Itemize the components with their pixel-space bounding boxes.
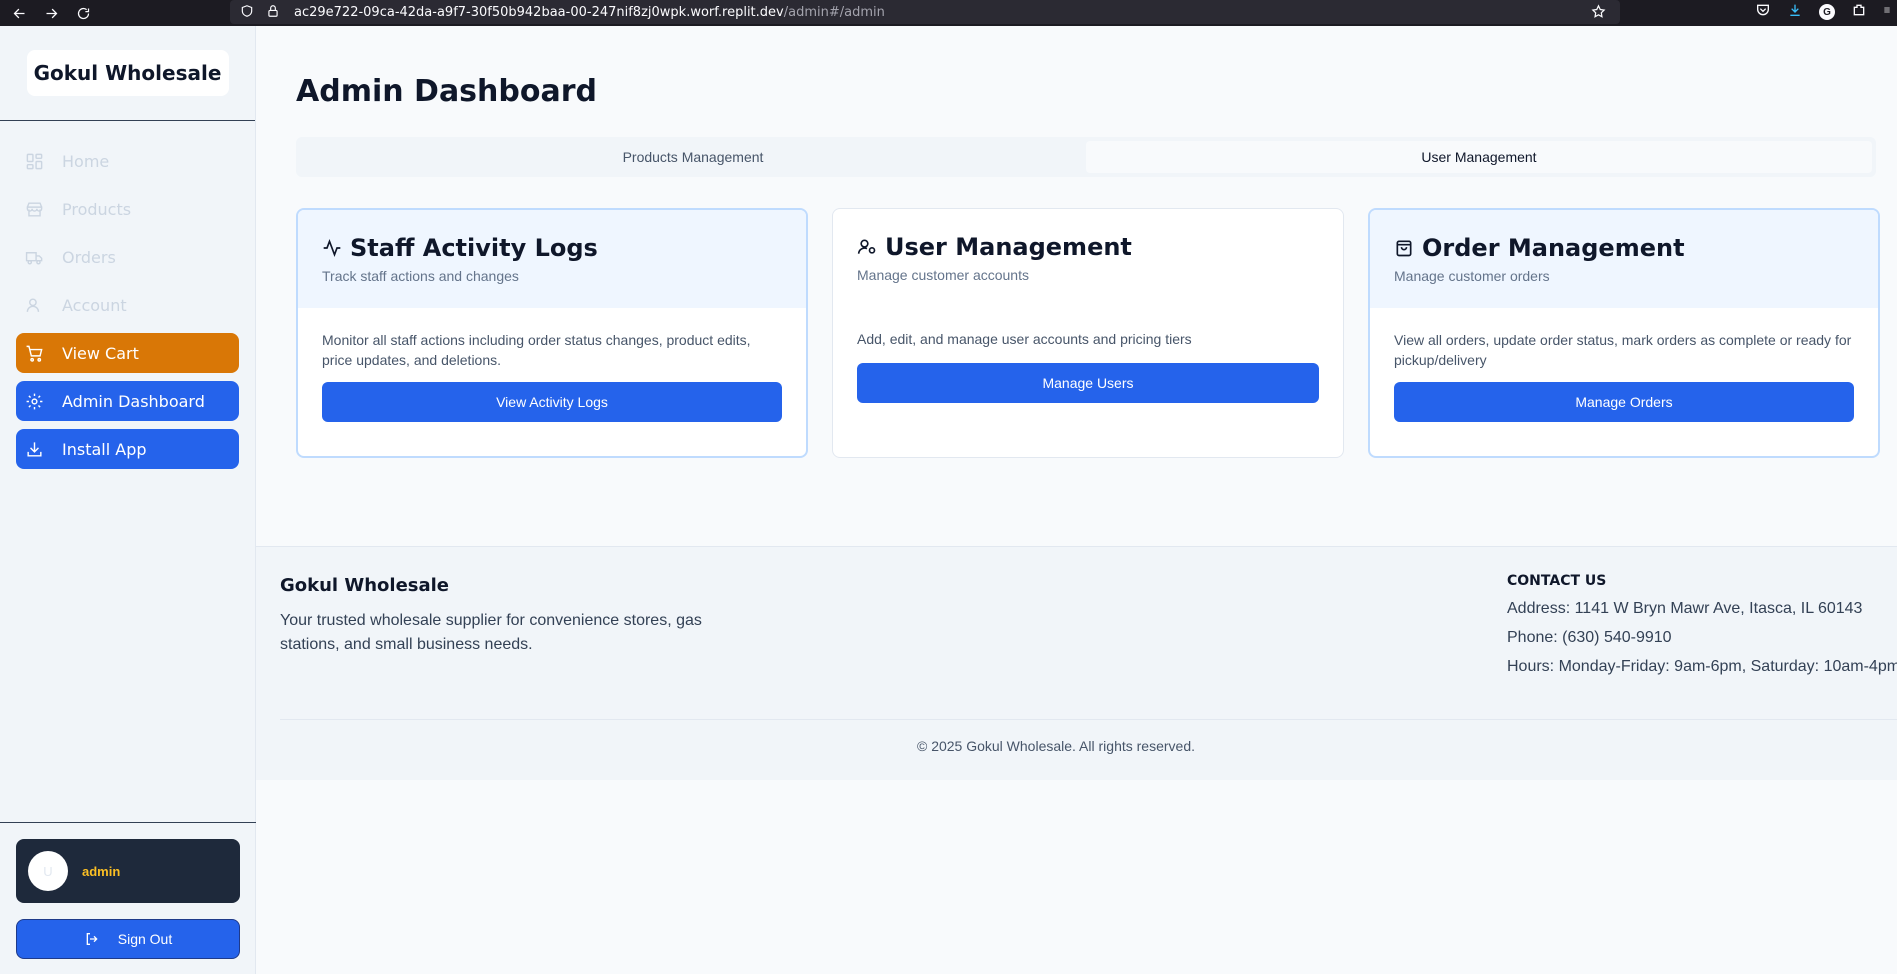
contact-hours: Hours: Monday-Friday: 9am-6pm, Saturday:…: [1507, 658, 1897, 675]
sidebar-footer: U admin Sign Out: [0, 822, 256, 959]
layout-grid-icon: [25, 151, 45, 171]
manage-orders-button[interactable]: Manage Orders: [1394, 382, 1854, 422]
avatar: U: [28, 851, 68, 891]
url-text: ac29e722-09ca-42da-a9f7-30f50b942baa-00-…: [294, 5, 885, 20]
tab-user-management[interactable]: User Management: [1086, 141, 1872, 173]
pocket-icon[interactable]: [1755, 2, 1771, 23]
sidebar-item-label: Install App: [62, 439, 147, 459]
card-description: Add, edit, and manage user accounts and …: [857, 331, 1192, 347]
view-activity-logs-button[interactable]: View Activity Logs: [322, 382, 782, 422]
card-body: Add, edit, and manage user accounts and …: [833, 307, 1343, 403]
sidebar-nav: Home Products Orders Account View Cart A…: [0, 121, 255, 469]
contact-title: CONTACT US: [1507, 573, 1607, 589]
sidebar-item-view-cart[interactable]: View Cart: [16, 333, 239, 373]
brand-logo[interactable]: Gokul Wholesale: [26, 50, 229, 96]
extensions-icon[interactable]: [1851, 2, 1867, 23]
footer-tagline: Your trusted wholesale supplier for conv…: [280, 612, 702, 653]
cart-icon: [25, 343, 45, 363]
browser-toolbar: ac29e722-09ca-42da-a9f7-30f50b942baa-00-…: [0, 0, 1897, 26]
card-title-text: Staff Activity Logs: [350, 234, 598, 262]
arrow-left-icon: [13, 8, 24, 18]
tab-products-management[interactable]: Products Management: [300, 141, 1086, 173]
download-toolbar-icon[interactable]: [1787, 2, 1803, 23]
forward-button[interactable]: [38, 2, 64, 24]
sidebar-header: Gokul Wholesale: [0, 26, 255, 121]
card-title: User Management: [857, 233, 1319, 261]
profile-avatar-icon[interactable]: G: [1819, 4, 1835, 20]
card-header: User Management Manage customer accounts: [833, 209, 1343, 307]
main-content: Admin Dashboard Products Management User…: [256, 26, 1897, 974]
sidebar-item-orders[interactable]: Orders: [16, 237, 239, 277]
sidebar-item-label: Orders: [62, 247, 116, 267]
contact-phone: Phone: (630) 540-9910: [1507, 629, 1672, 646]
copyright: © 2025 Gokul Wholesale. All rights reser…: [916, 738, 1195, 754]
url-host: ac29e722-09ca-42da-a9f7-30f50b942baa-00-…: [294, 4, 784, 20]
lock-icon: [266, 4, 282, 20]
menu-icon[interactable]: [1883, 2, 1891, 23]
url-bar[interactable]: ac29e722-09ca-42da-a9f7-30f50b942baa-00-…: [230, 0, 1620, 24]
user-icon: [25, 295, 45, 315]
activity-icon: [323, 238, 341, 258]
bookmark-star-icon[interactable]: [1591, 4, 1606, 24]
sidebar-item-account[interactable]: Account: [16, 285, 239, 325]
order-management-card: Order Management Manage customer orders …: [1368, 208, 1880, 458]
card-description: View all orders, update order status, ma…: [1394, 332, 1852, 368]
arrow-right-icon: [46, 8, 57, 18]
card-subtitle: Track staff actions and changes: [322, 268, 519, 284]
user-profile-card[interactable]: U admin: [16, 839, 240, 903]
site-footer: Gokul Wholesale Your trusted wholesale s…: [256, 546, 1897, 780]
sidebar: Gokul Wholesale Home Products Orders Acc…: [0, 26, 256, 974]
reload-button[interactable]: [70, 2, 96, 24]
manage-users-button[interactable]: Manage Users: [857, 363, 1319, 403]
footer-contact: CONTACT US Address: 1141 W Bryn Mawr Ave…: [1507, 573, 1897, 676]
page-title: Admin Dashboard: [296, 74, 597, 109]
card-subtitle: Manage customer accounts: [857, 267, 1029, 283]
gear-icon: [25, 391, 45, 411]
sidebar-item-label: Account: [62, 295, 127, 315]
sidebar-item-label: View Cart: [62, 343, 139, 363]
user-management-card: User Management Manage customer accounts…: [832, 208, 1344, 458]
card-title-text: User Management: [885, 233, 1132, 261]
sidebar-item-label: Admin Dashboard: [62, 391, 205, 411]
card-title: Order Management: [1394, 234, 1854, 262]
sidebar-item-label: Products: [62, 199, 132, 219]
sidebar-item-install-app[interactable]: Install App: [16, 429, 239, 469]
sign-out-label: Sign Out: [117, 931, 173, 947]
card-title-text: Order Management: [1422, 234, 1685, 262]
card-header: Staff Activity Logs Track staff actions …: [298, 210, 806, 308]
truck-icon: [25, 247, 45, 267]
card-header: Order Management Manage customer orders: [1370, 210, 1878, 308]
footer-brand: Gokul Wholesale: [280, 575, 450, 596]
reload-icon: [77, 7, 89, 19]
sidebar-item-admin-dashboard[interactable]: Admin Dashboard: [16, 381, 239, 421]
sidebar-item-home[interactable]: Home: [16, 141, 239, 181]
tab-list: Products Management User Management: [296, 137, 1876, 177]
username: admin: [82, 863, 121, 879]
back-button[interactable]: [6, 2, 32, 24]
card-title: Staff Activity Logs: [322, 234, 782, 262]
card-body: Monitor all staff actions including orde…: [298, 308, 806, 422]
staff-activity-logs-card: Staff Activity Logs Track staff actions …: [296, 208, 808, 458]
card-body: View all orders, update order status, ma…: [1370, 308, 1878, 422]
sidebar-item-label: Home: [62, 151, 110, 171]
store-icon: [25, 199, 45, 219]
footer-divider: [280, 719, 1897, 720]
card-subtitle: Manage customer orders: [1394, 268, 1550, 284]
shopping-bag-icon: [1396, 240, 1412, 257]
user-cog-icon: [857, 239, 876, 254]
browser-toolbar-right: G: [1755, 0, 1897, 24]
card-description: Monitor all staff actions including orde…: [322, 332, 751, 368]
sign-out-button[interactable]: Sign Out: [16, 919, 240, 959]
sidebar-item-products[interactable]: Products: [16, 189, 239, 229]
log-out-icon: [86, 933, 98, 945]
shield-icon: [240, 4, 256, 20]
contact-address: Address: 1141 W Bryn Mawr Ave, Itasca, I…: [1507, 600, 1863, 617]
download-icon: [25, 439, 45, 459]
url-path: /admin#/admin: [783, 4, 885, 20]
